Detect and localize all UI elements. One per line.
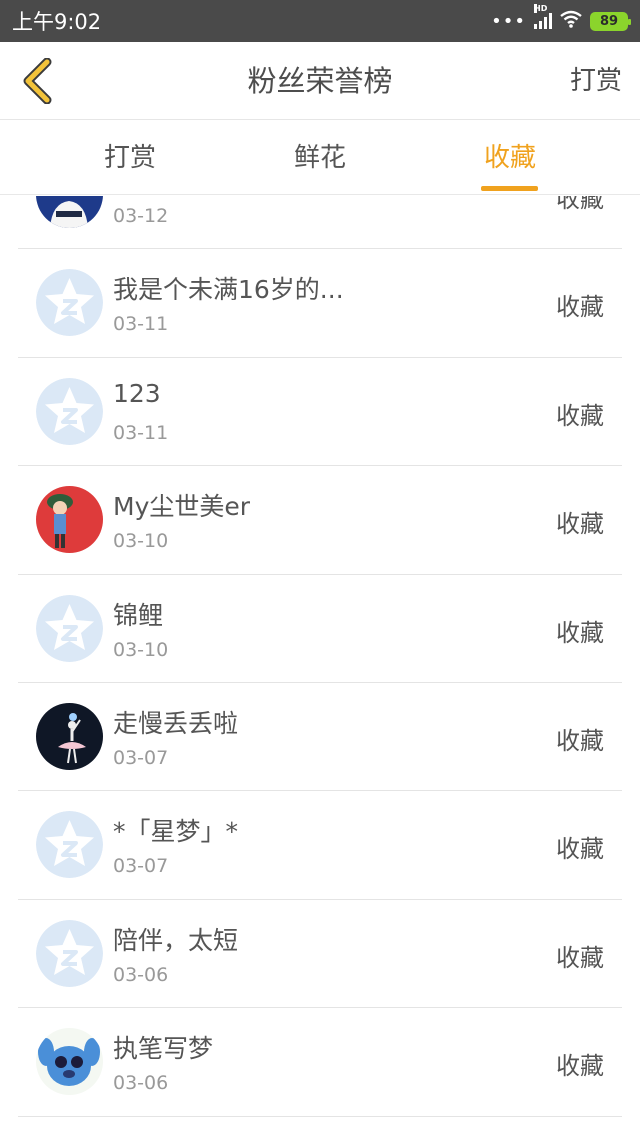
row-action-label: 收藏 xyxy=(556,1052,604,1081)
ballerina-icon[interactable] xyxy=(36,702,103,770)
row-action-label: 收藏 xyxy=(556,726,604,755)
list-item[interactable]: 123 03-11 收藏 xyxy=(18,358,622,467)
row-action-label: 收藏 xyxy=(556,510,604,539)
list-item[interactable]: My尘世美er 03-10 收藏 xyxy=(18,466,622,575)
fan-date: 03-11 xyxy=(113,421,169,444)
default-avatar-icon[interactable] xyxy=(36,811,103,879)
row-action-label: 收藏 xyxy=(556,943,604,972)
fan-date: 03-07 xyxy=(113,855,169,878)
cartoon-boy-icon[interactable] xyxy=(36,486,103,554)
tab-flowers[interactable]: 鲜花 xyxy=(240,121,400,195)
fan-name: 走慢丢丢啦 xyxy=(113,708,239,738)
page-title: 粉丝荣誉榜 xyxy=(247,64,393,98)
list-item[interactable]: 执笔写梦 03-06 收藏 xyxy=(18,1008,622,1117)
default-avatar-icon[interactable] xyxy=(36,594,103,662)
status-icons: ••• HD 89 xyxy=(491,4,631,33)
tab-bar: 打赏 鲜花 收藏 xyxy=(0,121,640,195)
fan-name: 123 xyxy=(113,378,161,408)
fan-name: 锦鲤 xyxy=(113,600,164,630)
default-avatar-icon[interactable] xyxy=(36,919,103,987)
list-item[interactable]: �� 03-12 收藏 xyxy=(18,196,622,250)
fan-name: 执笔写梦 xyxy=(113,1034,214,1064)
list-item[interactable]: 走慢丢丢啦 03-07 收藏 xyxy=(18,683,622,792)
fan-date: 03-06 xyxy=(113,1072,169,1095)
default-avatar-icon[interactable] xyxy=(36,377,103,445)
battery-icon: 89 xyxy=(590,11,631,31)
signal-icon: HD xyxy=(534,4,552,29)
nav-bar: 粉丝荣誉榜 打赏 xyxy=(0,42,640,120)
default-avatar-icon[interactable] xyxy=(36,269,103,337)
fan-date: 03-10 xyxy=(113,638,169,661)
notification-dots-icon: ••• xyxy=(491,10,526,32)
fan-date: 03-10 xyxy=(113,530,169,553)
wifi-icon xyxy=(560,10,582,33)
list-item[interactable]: 陪伴，太短 03-06 收藏 xyxy=(18,900,622,1009)
row-action-label: 收藏 xyxy=(556,293,604,322)
status-bar: 上午9:02 ••• HD 89 xyxy=(0,0,640,42)
fan-name: My尘世美er xyxy=(113,492,251,522)
list-item[interactable]: 锦鲤 03-10 收藏 xyxy=(18,575,622,683)
fan-date: 03-11 xyxy=(113,313,169,336)
fan-date: 03-06 xyxy=(113,963,169,986)
fan-date: 03-07 xyxy=(113,746,169,769)
fan-date: 03-12 xyxy=(113,205,169,227)
list-item[interactable]: 我是个未满16岁的... 03-11 收藏 xyxy=(18,249,622,358)
tab-favorites[interactable]: 收藏 xyxy=(430,121,590,195)
fan-list[interactable]: �� 03-12 收藏 我是个未满16岁的... 03-11 收藏 123 03… xyxy=(0,196,640,1138)
fan-name: *「星梦」* xyxy=(113,817,239,847)
active-tab-indicator xyxy=(481,186,538,191)
list-item[interactable]: *「星梦」* 03-07 收藏 xyxy=(18,791,622,900)
tab-reward[interactable]: 打赏 xyxy=(50,121,210,195)
fan-name: 陪伴，太短 xyxy=(113,925,239,955)
fan-name: 我是个未满16岁的... xyxy=(113,275,344,305)
stitch-icon[interactable] xyxy=(36,1028,103,1096)
reward-button[interactable]: 打赏 xyxy=(570,42,622,120)
status-time: 上午9:02 xyxy=(12,10,102,34)
row-action-label: 收藏 xyxy=(556,835,604,864)
row-action-label: 收藏 xyxy=(556,401,604,430)
row-action-label: 收藏 xyxy=(556,196,604,213)
network-type: HD xyxy=(534,4,548,13)
photo-person-icon[interactable] xyxy=(36,196,103,228)
row-action-label: 收藏 xyxy=(556,618,604,647)
